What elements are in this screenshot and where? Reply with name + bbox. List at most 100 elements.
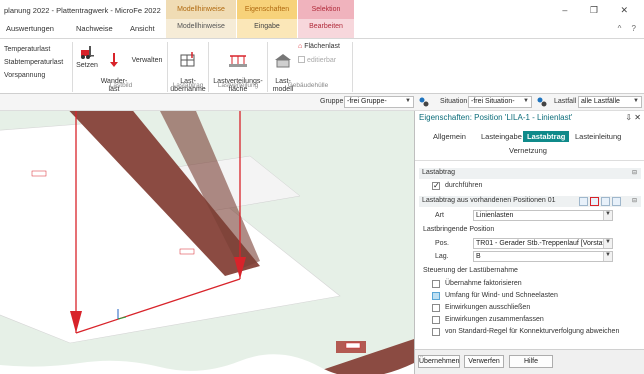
ribbon-vorspannung[interactable]: Vorspannung	[4, 69, 63, 82]
tab-modellhinweise[interactable]: Modellhinweise	[166, 19, 236, 38]
help-icons[interactable]: ^ ?	[618, 24, 640, 33]
lag-select[interactable]: B ▼	[473, 251, 613, 262]
slab-plate[interactable]	[0, 120, 341, 344]
move-up-icon[interactable]	[601, 197, 610, 206]
option-checkbox[interactable]	[432, 328, 440, 336]
art-label: Art	[435, 212, 444, 219]
load-transfer-icon	[180, 52, 195, 67]
property-tabs: Allgemein Lasteingabe Lastabtrag Lastein…	[415, 125, 644, 161]
tab-lastabtrag[interactable]: Lastabtrag	[523, 131, 570, 142]
option-checkbox[interactable]	[432, 280, 440, 288]
context-tab-selektion[interactable]: Selektion Bearbeiten	[298, 0, 354, 38]
tab-lasteingabe[interactable]: Lasteingabe	[477, 131, 526, 142]
load-arrow-icon	[110, 53, 118, 67]
ribbon-separator	[72, 42, 73, 92]
help-button[interactable]: Hilfe	[509, 355, 553, 368]
model-viewport[interactable]	[0, 111, 414, 374]
ribbon-separator	[208, 42, 209, 92]
option-label: Einwirkungen zusammenfassen	[445, 316, 544, 323]
collapse-icon[interactable]: ⊟	[632, 197, 637, 204]
remove-position-icon[interactable]	[590, 197, 599, 206]
discard-button[interactable]: Verwerfen	[464, 355, 504, 368]
ribbon-group-lastverteilung: Lastverteilung	[217, 82, 259, 89]
menu-nachweise[interactable]: Nachweise	[76, 24, 113, 33]
flaechenlast-label: Flächenlast	[304, 43, 340, 50]
pin-close-icons[interactable]: ⇩ ✕	[625, 113, 641, 122]
chevron-down-icon: ▼	[603, 239, 612, 248]
apply-button[interactable]: Übernehmen	[418, 355, 460, 368]
pos-label: Pos.	[435, 240, 450, 247]
durchfuehren-label: durchführen	[445, 182, 483, 189]
title-bar: planung 2022 - Plattentragwerk - MicroFe…	[0, 0, 644, 38]
lag-value: B	[476, 253, 481, 260]
ribbon-temperaturlast[interactable]: Temperaturlast	[4, 43, 63, 56]
chevron-down-icon: ▼	[633, 98, 639, 104]
label-tag	[31, 170, 47, 177]
option-checkbox[interactable]	[432, 316, 440, 324]
tab-allgemein[interactable]: Allgemein	[429, 131, 470, 142]
label-tag	[179, 248, 195, 255]
filter-settings-icon[interactable]	[418, 96, 430, 108]
section-aus-positionen-label: Lastabtrag aus vorhandenen Positionen 01	[422, 197, 556, 204]
editierbar-toggle[interactable]: editierbar	[298, 56, 350, 65]
situation-value: -frei Situation-	[471, 98, 515, 105]
distributed-load-icon	[229, 55, 247, 67]
lastfall-value: alle Lastfälle	[581, 98, 620, 105]
ribbon-separator	[352, 42, 353, 92]
ribbon-load-list: Temperaturlast Stabtemperaturlast Vorspa…	[4, 43, 63, 82]
option-label: von Standard-Regel für Konnekturverfolgu…	[445, 328, 620, 335]
ribbon-group-gebaeudehuelle: Gebäudehülle	[287, 82, 329, 89]
editierbar-label: editierbar	[306, 57, 337, 64]
structure-3d-view[interactable]	[0, 111, 414, 374]
menu-ansicht[interactable]: Ansicht	[130, 24, 155, 33]
forklift-icon	[81, 46, 94, 59]
label-tag	[345, 342, 361, 349]
ribbon-separator	[167, 42, 168, 92]
tab-lasteinleitung[interactable]: Lasteinleitung	[571, 131, 625, 142]
setzen-button[interactable]: Setzen	[76, 44, 98, 70]
tab-eingabe[interactable]: Eingabe	[237, 19, 297, 38]
durchfuehren-checkbox[interactable]	[432, 181, 440, 190]
editierbar-checkbox[interactable]	[298, 56, 305, 63]
situation-select[interactable]: -frei Situation- ▼	[468, 96, 532, 108]
gruppe-select[interactable]: -frei Gruppe- ▼	[344, 96, 414, 108]
move-down-icon[interactable]	[612, 197, 621, 206]
flaechenlast-button[interactable]: ⌂ Flächenlast	[298, 43, 350, 51]
lastfall-select[interactable]: alle Lastfälle ▼	[578, 96, 642, 108]
option-checkbox[interactable]	[432, 292, 440, 300]
steuerung-label: Steuerung der Lastübernahme	[423, 267, 518, 274]
section-lastabtrag[interactable]: Lastabtrag ⊟	[419, 168, 641, 179]
chevron-down-icon: ▼	[523, 98, 529, 104]
tab-bearbeiten[interactable]: Bearbeiten	[298, 19, 354, 38]
situation-label: Situation	[440, 98, 468, 105]
lastbringende-label: Lastbringende Position	[423, 226, 495, 233]
menu-auswertungen[interactable]: Auswertungen	[6, 24, 54, 33]
gruppe-label: Gruppe	[320, 98, 344, 105]
properties-panel: Eigenschaften: Position 'LILA-1 - Linien…	[414, 111, 644, 374]
context-group-eigenschaften: Eigenschaften	[237, 0, 297, 19]
add-position-icon[interactable]	[579, 197, 588, 206]
option-label: Übernahme faktorisieren	[445, 280, 522, 287]
ribbon-stabtemperaturlast[interactable]: Stabtemperaturlast	[4, 56, 63, 69]
option-checkbox[interactable]	[432, 304, 440, 312]
window-controls[interactable]: – ❐ ✕	[562, 5, 638, 16]
setzen-label: Setzen	[76, 62, 98, 69]
art-select[interactable]: Linienlasten ▼	[473, 210, 613, 221]
context-tab-eigenschaften[interactable]: Eigenschaften Eingabe	[237, 0, 297, 38]
filter-settings-icon[interactable]	[536, 96, 548, 108]
pos-select[interactable]: TR01 - Gerader Stb.-Treppenlauf [Vorstat…	[473, 238, 613, 249]
context-tab-modellhinweise[interactable]: Modellhinweise Modellhinweise	[166, 0, 236, 38]
chevron-down-icon: ▼	[603, 211, 612, 220]
lag-label: Lag.	[435, 253, 449, 260]
collapse-icon[interactable]: ⊟	[632, 169, 637, 176]
gruppe-value: -frei Gruppe-	[347, 98, 387, 105]
panel-button-row: Übernehmen Verwerfen Hilfe	[415, 349, 644, 374]
window-title: planung 2022 - Plattentragwerk - MicroFe…	[4, 6, 161, 15]
ribbon-group-lastabtrag: Lastabtrag	[172, 82, 204, 89]
lastfall-label: Lastfall	[554, 98, 577, 105]
verwalten-button[interactable]: Verwalten	[130, 57, 164, 65]
ribbon-separator	[267, 42, 268, 92]
panel-title: Eigenschaften: Position 'LILA-1 - Linien…	[419, 113, 573, 122]
section-lastabtrag-label: Lastabtrag	[422, 169, 456, 176]
tab-vernetzung[interactable]: Vernetzung	[505, 145, 551, 156]
